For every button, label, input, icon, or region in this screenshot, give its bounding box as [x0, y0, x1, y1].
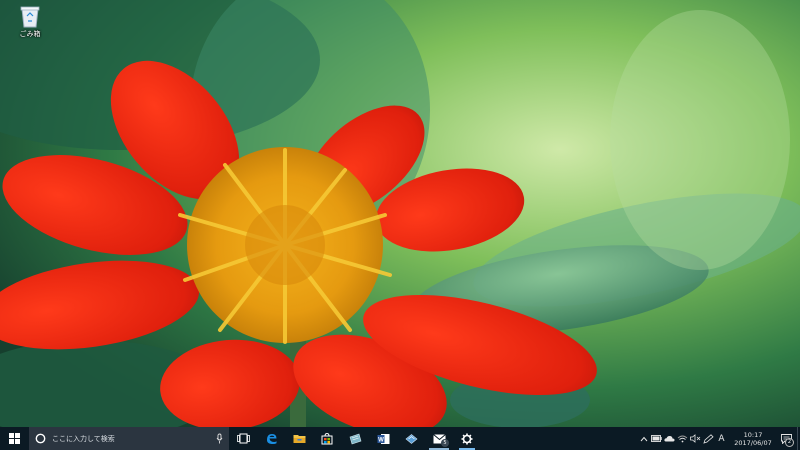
clock-date: 2017/06/07 [734, 438, 772, 447]
file-explorer-icon [293, 435, 305, 443]
pen-icon [703, 433, 714, 444]
volume-muted-icon [690, 434, 701, 443]
taskbar-app-teal[interactable] [341, 427, 369, 450]
wifi-icon [677, 435, 688, 443]
store-icon [321, 432, 333, 444]
desktop-icon-recycle-bin[interactable]: ごみ箱 [10, 4, 50, 39]
clock[interactable]: 10:17 2017/06/07 [731, 427, 775, 450]
recycle-bin-icon [20, 6, 40, 28]
edge-icon [266, 434, 276, 444]
taskbar-settings[interactable] [453, 427, 481, 450]
action-center-button[interactable]: 2 [775, 427, 797, 450]
search-box[interactable]: ここに入力して検索 [29, 427, 229, 450]
taskbar-mail[interactable]: 5 [425, 427, 453, 450]
notifications-badge: 2 [785, 438, 794, 447]
clock-time: 10:17 [743, 430, 763, 439]
windows-logo-icon [8, 433, 20, 444]
desktop[interactable]: ごみ箱 [0, 0, 800, 427]
volume-tray-button[interactable] [689, 427, 702, 450]
red-flower-wallpaper [0, 0, 800, 427]
taskbar-word[interactable]: W [369, 427, 397, 450]
onedrive-tray-button[interactable] [663, 427, 676, 450]
chevron-up-icon [640, 436, 647, 441]
pen-tray-button[interactable] [702, 427, 715, 450]
app-icon-teal [349, 433, 361, 444]
microphone-icon[interactable] [216, 433, 223, 444]
wifi-tray-button[interactable] [676, 427, 689, 450]
onedrive-cloud-icon [664, 435, 675, 442]
cortana-circle-icon [35, 433, 46, 444]
start-button[interactable] [0, 427, 28, 450]
ime-indicator[interactable]: A [715, 427, 728, 450]
battery-icon [651, 435, 662, 442]
taskbar-edge[interactable] [257, 427, 285, 450]
taskbar-file-explorer[interactable] [285, 427, 313, 450]
word-icon: W [377, 433, 389, 444]
app-icon-blue [405, 433, 417, 444]
desktop-icon-label: ごみ箱 [19, 30, 41, 38]
search-placeholder: ここに入力して検索 [52, 434, 115, 443]
taskbar: ここに入力して検索 W 5 A 10:17 2017/06/07 2 [0, 427, 800, 450]
taskbar-app-blue[interactable] [397, 427, 425, 450]
settings-gear-icon [461, 433, 473, 444]
task-view-button[interactable] [229, 427, 257, 450]
battery-tray-button[interactable] [650, 427, 663, 450]
mail-badge: 5 [441, 439, 449, 447]
svg-text:W: W [378, 437, 384, 443]
system-tray: A 10:17 2017/06/07 2 [637, 427, 800, 450]
show-hidden-icons-button[interactable] [637, 427, 650, 450]
taskbar-store[interactable] [313, 427, 341, 450]
task-view-icon [236, 433, 250, 444]
